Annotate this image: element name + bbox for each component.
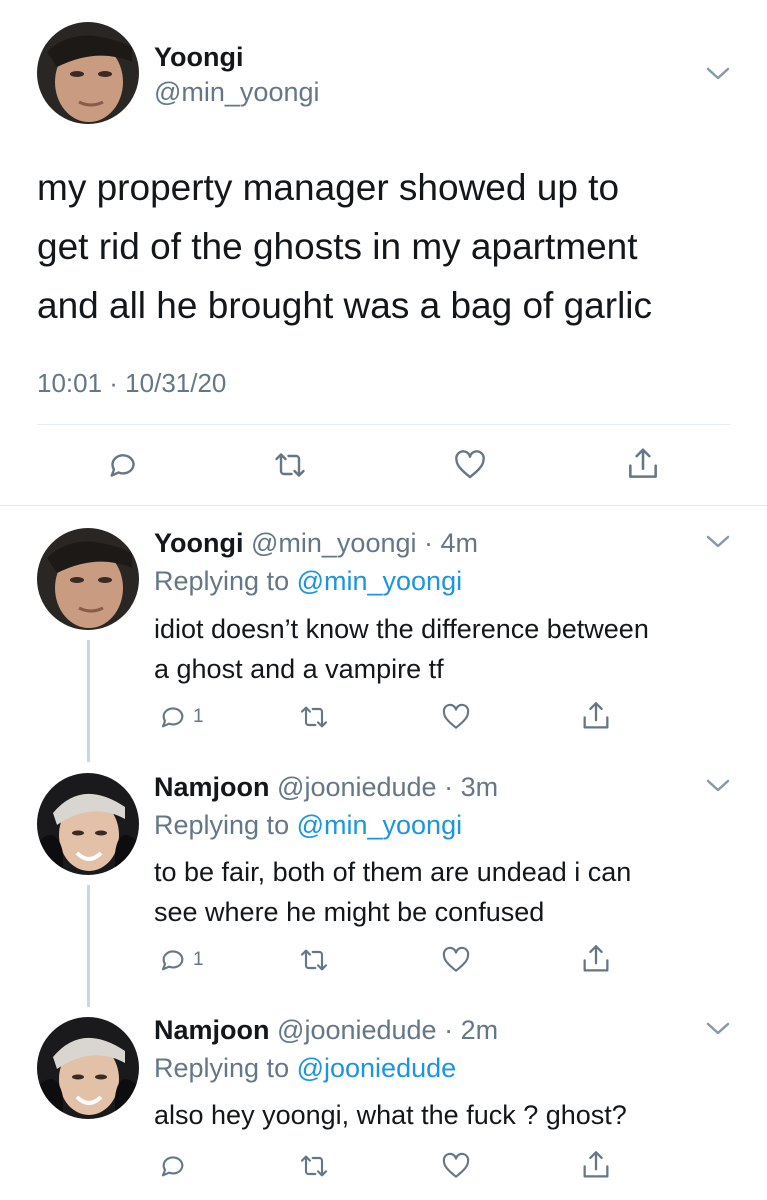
reply-text: idiot doesn’t know the difference betwee…: [154, 609, 649, 689]
reply-icon: [161, 950, 184, 971]
replying-to: Replying to @min_yoongi: [154, 810, 462, 841]
reply-chevron-down-icon[interactable]: [703, 776, 733, 796]
reply-time: · 3m: [444, 772, 499, 802]
main-tweet-text: my property manager showed up to get rid…: [37, 158, 652, 335]
main-tweet-author-handle[interactable]: @min_yoongi: [154, 77, 320, 108]
reply-author-name[interactable]: Namjoon: [154, 1015, 270, 1045]
like-icon[interactable]: [439, 1150, 473, 1182]
share-icon[interactable]: [579, 699, 613, 733]
replying-to-prefix: Replying to: [154, 1053, 297, 1083]
retweet-icon[interactable]: [298, 1150, 330, 1182]
reply-button[interactable]: 1: [157, 944, 204, 976]
reply-line: idiot doesn’t know the difference betwee…: [154, 614, 649, 644]
replying-to: Replying to @jooniedude: [154, 1053, 456, 1084]
reply-button[interactable]: [157, 1150, 193, 1182]
section-divider: [0, 505, 767, 506]
replying-to-link[interactable]: @min_yoongi: [297, 810, 463, 840]
reply-line: also hey yoongi, what the fuck ? ghost?: [154, 1100, 627, 1130]
reply-avatar[interactable]: [37, 1017, 139, 1119]
reply-text: to be fair, both of them are undead i ca…: [154, 852, 631, 932]
main-tweet-chevron-down-icon[interactable]: [703, 64, 733, 84]
replying-to: Replying to @min_yoongi: [154, 566, 462, 597]
reply-author-name[interactable]: Namjoon: [154, 772, 270, 802]
reply-icon[interactable]: [105, 447, 141, 483]
thread-line: [87, 885, 90, 1007]
reply-icon: [161, 1156, 184, 1177]
reply-author-name[interactable]: Yoongi: [154, 528, 243, 558]
reply-avatar[interactable]: [37, 528, 139, 630]
reply-time: · 2m: [444, 1015, 499, 1045]
reply-time: · 4m: [424, 528, 479, 558]
main-tweet-author-name[interactable]: Yoongi: [154, 42, 243, 73]
share-icon[interactable]: [579, 942, 613, 976]
reply-author-handle[interactable]: @jooniedude: [277, 772, 437, 802]
reply-count: 1: [193, 706, 204, 727]
replying-to-link[interactable]: @min_yoongi: [297, 566, 463, 596]
reply-count: 1: [193, 949, 204, 970]
retweet-icon[interactable]: [298, 944, 330, 976]
reply-header: Yoongi @min_yoongi · 4m: [154, 528, 478, 559]
retweet-icon[interactable]: [298, 701, 330, 733]
reply-chevron-down-icon[interactable]: [703, 532, 733, 552]
reply-text: also hey yoongi, what the fuck ? ghost?: [154, 1095, 627, 1135]
main-tweet-avatar[interactable]: [37, 22, 139, 124]
reply-chevron-down-icon[interactable]: [703, 1019, 733, 1039]
reply-line: see where he might be confused: [154, 897, 545, 927]
reply-line: to be fair, both of them are undead i ca…: [154, 857, 632, 887]
retweet-icon[interactable]: [272, 447, 308, 483]
main-tweet-timestamp[interactable]: 10:01 · 10/31/20: [37, 368, 226, 399]
share-icon[interactable]: [624, 445, 662, 483]
main-tweet-line: get rid of the ghosts in my apartment: [37, 226, 638, 267]
reply-header: Namjoon @jooniedude · 3m: [154, 772, 498, 803]
reply-button[interactable]: 1: [157, 701, 204, 733]
reply-avatar[interactable]: [37, 773, 139, 875]
main-tweet-line: and all he brought was a bag of garlic: [37, 285, 653, 326]
replying-to-prefix: Replying to: [154, 566, 297, 596]
reply-author-handle[interactable]: @jooniedude: [277, 1015, 437, 1045]
like-icon[interactable]: [439, 701, 473, 733]
like-icon[interactable]: [439, 944, 473, 976]
replying-to-prefix: Replying to: [154, 810, 297, 840]
reply-icon: [161, 707, 184, 728]
main-tweet-line: my property manager showed up to: [37, 167, 620, 208]
reply-line: a ghost and a vampire tf: [154, 654, 444, 684]
like-icon[interactable]: [451, 447, 489, 483]
reply-author-handle[interactable]: @min_yoongi: [251, 528, 417, 558]
reply-header: Namjoon @jooniedude · 2m: [154, 1015, 498, 1046]
divider: [37, 424, 730, 425]
share-icon[interactable]: [579, 1148, 613, 1182]
replying-to-link[interactable]: @jooniedude: [297, 1053, 457, 1083]
thread-line: [87, 640, 90, 762]
